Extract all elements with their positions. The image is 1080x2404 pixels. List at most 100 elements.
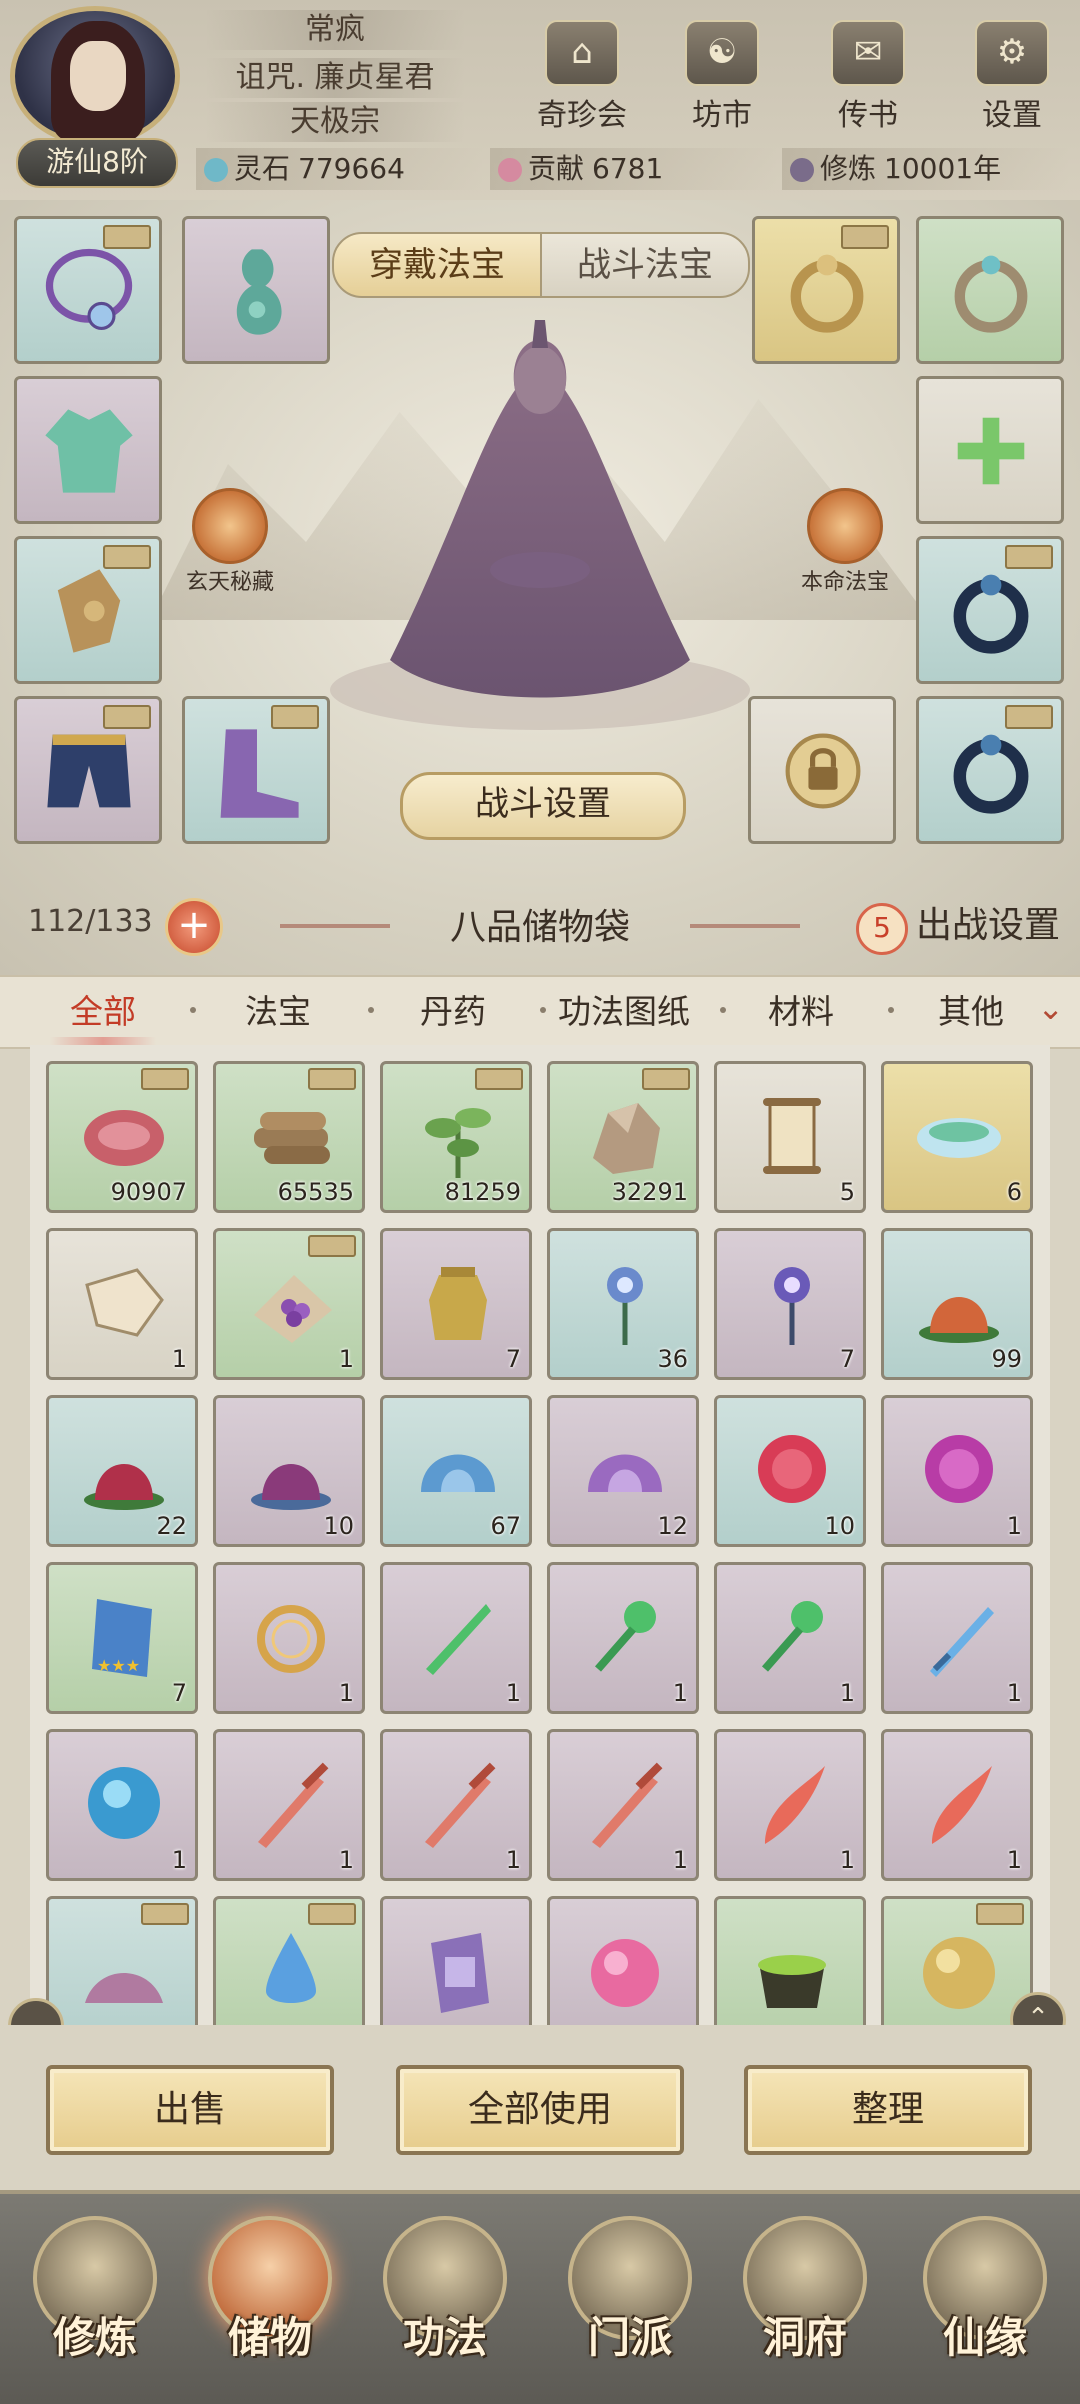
inventory-item[interactable]: 1 [213, 1228, 365, 1380]
slot-robe[interactable] [14, 376, 162, 524]
grade-tag [642, 1068, 690, 1090]
add-slot-button[interactable] [916, 376, 1064, 524]
nav-techniques[interactable]: 功法 [370, 2216, 520, 2386]
inventory-item[interactable]: 12 [547, 1395, 699, 1547]
inventory-item[interactable]: 65535 [213, 1061, 365, 1213]
grade-tag [308, 1903, 356, 1925]
slot-bracer[interactable] [14, 536, 162, 684]
nav-sect[interactable]: 门派 [555, 2216, 705, 2386]
tab-manuals[interactable]: 功法图纸 [558, 987, 690, 1037]
item-count: 1 [505, 1679, 521, 1707]
inventory-item[interactable]: 1 [213, 1562, 365, 1714]
inventory-item[interactable]: 10 [213, 1395, 365, 1547]
inventory-item[interactable]: 7 [714, 1228, 866, 1380]
nav-cave[interactable]: 洞府 [730, 2216, 880, 2386]
tab-pills[interactable]: 丹药 [420, 987, 486, 1037]
inventory-item[interactable]: 1 [46, 1228, 198, 1380]
xuantian-secret-button[interactable]: 玄天秘藏 [160, 488, 300, 596]
inventory-item[interactable]: 1 [380, 1729, 532, 1881]
slot-boots[interactable] [182, 696, 330, 844]
inventory-item[interactable] [881, 1896, 1033, 2025]
item-count: 99 [991, 1345, 1022, 1373]
red-dagger-icon [932, 1766, 992, 1844]
inventory-item[interactable]: 1 [547, 1729, 699, 1881]
inventory-item[interactable]: 90907 [46, 1061, 198, 1213]
battle-settings-button[interactable]: 战斗设置 [400, 772, 686, 840]
tab-battle-treasure[interactable]: 战斗法宝 [540, 232, 750, 298]
tab-materials[interactable]: 材料 [768, 987, 834, 1037]
inventory-item[interactable]: 1 [714, 1562, 866, 1714]
inventory-item[interactable]: 1 [380, 1562, 532, 1714]
sell-button[interactable]: 出售 [46, 2065, 334, 2155]
nav-destiny[interactable]: 仙缘 [910, 2216, 1060, 2386]
inventory-item[interactable]: 1 [46, 1729, 198, 1881]
inventory-item[interactable]: 36 [547, 1228, 699, 1380]
nav-storage[interactable]: 储物 [195, 2216, 345, 2386]
inventory-item[interactable]: 99 [881, 1228, 1033, 1380]
inventory-item[interactable] [213, 1896, 365, 2025]
slot-pants[interactable] [14, 696, 162, 844]
tab-other[interactable]: 其他 [938, 987, 1004, 1037]
inventory-item[interactable]: 7 [380, 1228, 532, 1380]
nav-cultivate[interactable]: 修炼 [20, 2216, 170, 2386]
action-bar: 出售 全部使用 整理 [0, 2025, 1080, 2190]
slot-locked[interactable] [748, 696, 896, 844]
inventory-item[interactable] [46, 1896, 198, 2025]
inventory-item[interactable]: 10 [714, 1395, 866, 1547]
dust-pile-icon [85, 1973, 163, 2003]
nav-market-label: 坊市 [692, 98, 752, 133]
nav-letters[interactable]: ✉ 传书 [808, 20, 928, 133]
cultivation-icon [790, 158, 814, 182]
slot-ring[interactable] [916, 216, 1064, 364]
nav-settings[interactable]: ⚙ 设置 [952, 20, 1072, 133]
inventory-item[interactable]: 22 [46, 1395, 198, 1547]
slot-gourd[interactable] [182, 216, 330, 364]
slot-dark-ring-2[interactable] [916, 696, 1064, 844]
slot-dark-ring-1[interactable] [916, 536, 1064, 684]
inventory-item[interactable]: ★★★ 7 [46, 1562, 198, 1714]
tab-all[interactable]: 全部 [50, 987, 156, 1045]
tab-worn-treasure[interactable]: 穿戴法宝 [332, 232, 542, 298]
inventory-item[interactable]: 1 [213, 1729, 365, 1881]
inventory-item[interactable] [714, 1896, 866, 2025]
resource-spirit-stone[interactable]: 灵石 779664 [196, 148, 484, 190]
resource-name: 修炼 [820, 152, 877, 185]
item-count: 22 [156, 1512, 187, 1540]
inventory-item[interactable]: 32291 [547, 1061, 699, 1213]
deploy-settings-button[interactable]: 5 出战设置 [855, 896, 1060, 955]
resource-contribution[interactable]: 贡献 6781 [490, 148, 778, 190]
inventory-item[interactable]: 1 [881, 1395, 1033, 1547]
inventory-item[interactable]: 67 [380, 1395, 532, 1547]
tab-treasures[interactable]: 法宝 [245, 987, 311, 1037]
slot-gold-ring[interactable] [752, 216, 900, 364]
nav-market[interactable]: ☯ 坊市 [662, 20, 782, 133]
nav-sect-label: 门派 [587, 2313, 672, 2362]
inventory-item[interactable]: 1 [714, 1729, 866, 1881]
inventory-item[interactable]: 1 [881, 1562, 1033, 1714]
grapes-icon [254, 1275, 332, 1343]
nav-treasure-pavilion[interactable]: ⌂ 奇珍会 [522, 20, 642, 133]
inventory-item[interactable]: 5 [714, 1061, 866, 1213]
resource-cultivation[interactable]: 修炼 10001年 [782, 148, 1070, 190]
natal-treasure-button[interactable]: 本命法宝 [775, 488, 915, 596]
inventory-item[interactable]: 1 [881, 1729, 1033, 1881]
inventory-item[interactable] [380, 1896, 532, 2025]
resource-value: 779664 [298, 152, 405, 185]
item-count: 1 [672, 1846, 688, 1874]
inventory-item[interactable]: 81259 [380, 1061, 532, 1213]
nav-settings-label: 设置 [982, 98, 1042, 133]
sort-button[interactable]: 整理 [744, 2065, 1032, 2155]
inventory-item[interactable] [547, 1896, 699, 2025]
inventory-item[interactable]: 1 [547, 1562, 699, 1714]
chevron-down-icon[interactable]: ⌄ [1037, 989, 1064, 1027]
inventory-item[interactable]: 6 [881, 1061, 1033, 1213]
expand-bag-button[interactable]: + [165, 898, 223, 956]
player-avatar[interactable] [10, 6, 180, 146]
meat-icon [84, 1110, 164, 1166]
slot-necklace[interactable] [14, 216, 162, 364]
resource-name: 贡献 [528, 152, 585, 185]
use-all-button[interactable]: 全部使用 [396, 2065, 684, 2155]
item-count: 7 [505, 1345, 521, 1373]
item-count: 1 [839, 1679, 855, 1707]
inventory-grid: 90907 65535 81259 32291 5 6 1 1 7 36 7 99 22 10 67 12 10… [30, 1045, 1050, 2025]
